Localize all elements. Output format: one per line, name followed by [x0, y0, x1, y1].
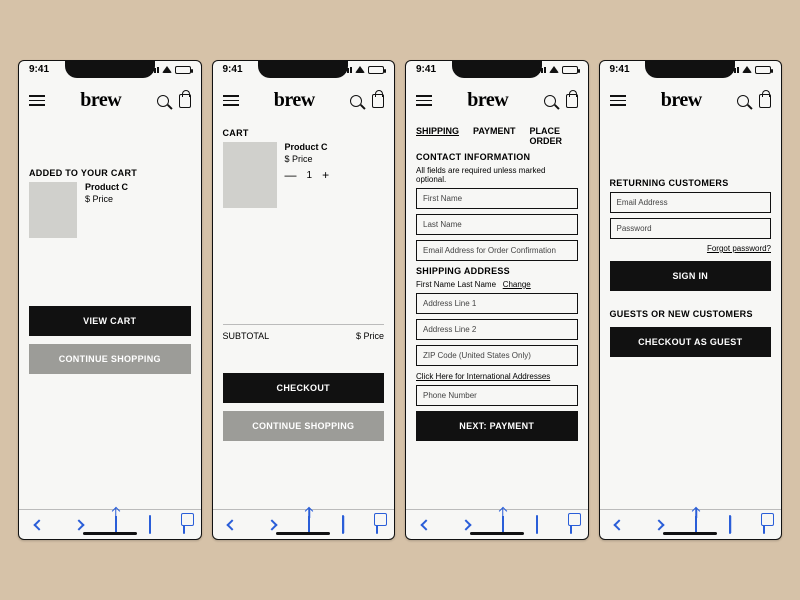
phone-field[interactable]: Phone Number	[416, 385, 578, 406]
forward-icon[interactable]	[655, 516, 663, 534]
bookmarks-icon[interactable]	[536, 516, 538, 534]
search-icon[interactable]	[544, 95, 556, 107]
back-icon[interactable]	[422, 516, 430, 534]
bookmarks-icon[interactable]	[342, 516, 344, 534]
bag-icon[interactable]	[566, 94, 578, 108]
wifi-icon	[162, 66, 172, 73]
tab-place-order[interactable]: PLACE ORDER	[530, 126, 578, 146]
required-note: All fields are required unless marked op…	[416, 166, 578, 184]
phone-signin: 9:41 brew RETURNING CUSTOMERS Email Addr…	[599, 60, 783, 540]
product-price: $ Price	[85, 194, 128, 204]
next-payment-button[interactable]: NEXT: PAYMENT	[416, 411, 578, 441]
status-time: 9:41	[29, 64, 49, 75]
shipping-address-title: SHIPPING ADDRESS	[416, 266, 578, 276]
bag-icon[interactable]	[179, 94, 191, 108]
zip-field[interactable]: ZIP Code (United States Only)	[416, 345, 578, 366]
search-icon[interactable]	[157, 95, 169, 107]
product-price: $ Price	[285, 154, 330, 164]
email-field[interactable]: Email Address for Order Confirmation	[416, 240, 578, 261]
returning-title: RETURNING CUSTOMERS	[610, 178, 772, 188]
battery-icon	[175, 66, 191, 74]
bag-icon[interactable]	[759, 94, 771, 108]
status-time: 9:41	[416, 64, 436, 75]
forgot-password-link[interactable]: Forgot password?	[610, 244, 772, 253]
menu-icon[interactable]	[29, 95, 45, 106]
back-icon[interactable]	[35, 516, 43, 534]
signin-password-field[interactable]: Password	[610, 218, 772, 239]
view-cart-button[interactable]: VIEW CART	[29, 306, 191, 336]
brand-logo[interactable]: brew	[661, 89, 702, 112]
search-icon[interactable]	[350, 95, 362, 107]
contact-info-title: CONTACT INFORMATION	[416, 152, 578, 162]
tab-payment[interactable]: PAYMENT	[473, 126, 516, 146]
status-time: 9:41	[223, 64, 243, 75]
brand-logo[interactable]: brew	[274, 89, 315, 112]
international-link[interactable]: Click Here for International Addresses	[416, 372, 550, 381]
shipping-name: First Name Last Name	[416, 280, 496, 289]
battery-icon	[562, 66, 578, 74]
battery-icon	[368, 66, 384, 74]
tabs-icon[interactable]	[376, 516, 378, 534]
menu-icon[interactable]	[416, 95, 432, 106]
share-icon[interactable]	[115, 516, 117, 534]
checkout-button[interactable]: CHECKOUT	[223, 373, 385, 403]
cart-title: CART	[223, 128, 385, 138]
wifi-icon	[355, 66, 365, 73]
tabs-icon[interactable]	[183, 516, 185, 534]
forward-icon[interactable]	[462, 516, 470, 534]
tabs-icon[interactable]	[763, 516, 765, 534]
qty-plus[interactable]: +	[322, 168, 329, 182]
subtotal-label: SUBTOTAL	[223, 331, 270, 341]
last-name-field[interactable]: Last Name	[416, 214, 578, 235]
status-time: 9:41	[610, 64, 630, 75]
bookmarks-icon[interactable]	[149, 516, 151, 534]
share-icon[interactable]	[695, 516, 697, 534]
checkout-as-guest-button[interactable]: CHECKOUT AS GUEST	[610, 327, 772, 357]
product-name: Product C	[285, 142, 330, 152]
wifi-icon	[549, 66, 559, 73]
search-icon[interactable]	[737, 95, 749, 107]
bag-icon[interactable]	[372, 94, 384, 108]
address-line-2-field[interactable]: Address Line 2	[416, 319, 578, 340]
sign-in-button[interactable]: SIGN IN	[610, 261, 772, 291]
continue-shopping-button[interactable]: CONTINUE SHOPPING	[223, 411, 385, 441]
tab-shipping[interactable]: SHIPPING	[416, 126, 459, 146]
product-image	[29, 182, 77, 238]
qty-value: 1	[307, 170, 313, 181]
change-link[interactable]: Change	[503, 280, 531, 289]
phone-added-to-cart: 9:41 brew ADDED TO YOUR CART	[18, 60, 202, 540]
device-notch	[65, 60, 155, 78]
forward-icon[interactable]	[268, 516, 276, 534]
first-name-field[interactable]: First Name	[416, 188, 578, 209]
brand-logo[interactable]: brew	[467, 89, 508, 112]
address-line-1-field[interactable]: Address Line 1	[416, 293, 578, 314]
signin-email-field[interactable]: Email Address	[610, 192, 772, 213]
product-name: Product C	[85, 182, 128, 192]
product-image	[223, 142, 277, 208]
back-icon[interactable]	[228, 516, 236, 534]
bookmarks-icon[interactable]	[729, 516, 731, 534]
phone-cart: 9:41 brew CART Product C	[212, 60, 396, 540]
phone-shipping: 9:41 brew SHIPPING PAYMENT PLACE ORDER	[405, 60, 589, 540]
home-indicator	[83, 532, 137, 535]
added-title: ADDED TO YOUR CART	[29, 168, 191, 178]
share-icon[interactable]	[308, 516, 310, 534]
menu-icon[interactable]	[223, 95, 239, 106]
qty-minus[interactable]: —	[285, 168, 297, 182]
brand-logo[interactable]: brew	[80, 89, 121, 112]
share-icon[interactable]	[502, 516, 504, 534]
subtotal-value: $ Price	[356, 331, 384, 341]
forward-icon[interactable]	[75, 516, 83, 534]
menu-icon[interactable]	[610, 95, 626, 106]
guests-title: GUESTS OR NEW CUSTOMERS	[610, 309, 772, 319]
continue-shopping-button[interactable]: CONTINUE SHOPPING	[29, 344, 191, 374]
divider	[223, 324, 385, 325]
back-icon[interactable]	[615, 516, 623, 534]
battery-icon	[755, 66, 771, 74]
tabs-icon[interactable]	[570, 516, 572, 534]
wifi-icon	[742, 66, 752, 73]
